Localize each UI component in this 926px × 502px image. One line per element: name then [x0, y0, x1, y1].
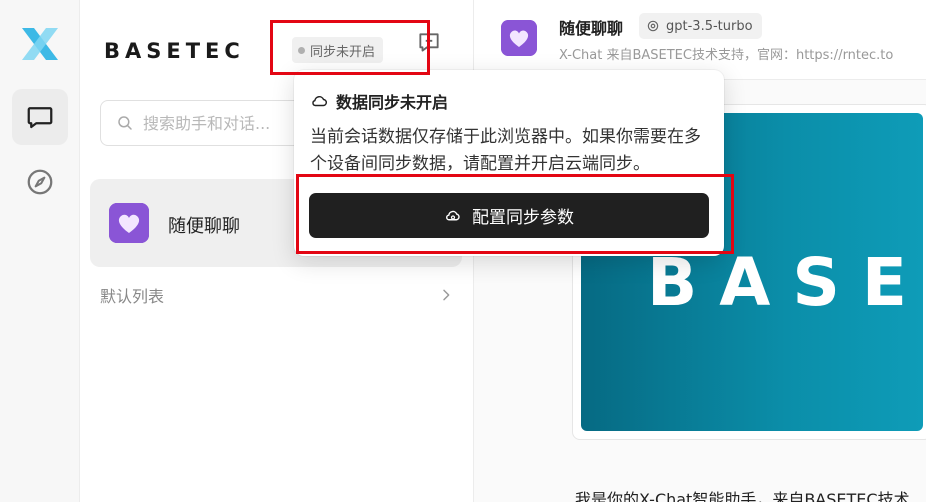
- brand-logo: BASETEC: [104, 39, 245, 62]
- chevron-right-icon: [443, 289, 450, 301]
- model-tag[interactable]: gpt-3.5-turbo: [639, 13, 762, 39]
- openai-icon: [647, 20, 659, 32]
- chat-description: X-Chat 来自BASETEC技术支持，官网：https://rntec.to: [559, 48, 894, 63]
- session-avatar: [109, 203, 149, 243]
- cloud-icon: [312, 96, 327, 107]
- configure-sync-button[interactable]: 配置同步参数: [309, 193, 709, 238]
- new-chat-button[interactable]: [414, 28, 444, 58]
- popover-title: 数据同步未开启: [336, 93, 449, 112]
- assistant-avatar: [501, 20, 537, 56]
- search-icon: [118, 116, 132, 130]
- heart-icon: [109, 203, 149, 243]
- cloud-sync-icon: [446, 210, 460, 220]
- sync-status-label: 同步未开启: [310, 44, 376, 60]
- svg-text:BASETEC: BASETEC: [647, 253, 923, 313]
- sync-status-dot: [298, 46, 305, 54]
- default-list-label: 默认列表: [100, 287, 165, 306]
- discover-nav-button[interactable]: [12, 154, 68, 210]
- chat-nav-button[interactable]: [12, 89, 68, 145]
- session-title: 随便聊聊: [168, 216, 240, 237]
- new-chat-icon: [419, 33, 439, 52]
- sync-popover: 数据同步未开启 当前会话数据仅存储于此浏览器中。如果你需要在多个设备间同步数据，…: [294, 70, 724, 256]
- icon-rail: [0, 0, 80, 502]
- chat-title: 随便聊聊: [559, 19, 624, 38]
- popover-header: 数据同步未开启: [310, 89, 448, 113]
- configure-sync-label: 配置同步参数: [472, 208, 574, 228]
- compass-icon: [27, 169, 53, 195]
- model-name: gpt-3.5-turbo: [666, 18, 753, 34]
- sync-status-badge[interactable]: 同步未开启: [292, 37, 384, 63]
- default-list-group[interactable]: 默认列表: [100, 280, 454, 310]
- banner-logo: BASETEC: [647, 253, 923, 313]
- chat-bubble-icon: [27, 107, 53, 129]
- assistant-intro-text: 我是你的X-Chat智能助手，来自BASETEC技术: [575, 490, 910, 502]
- chat-header: 随便聊聊 gpt-3.5-turbo X-Chat 来自BASETEC技术支持，…: [474, 0, 926, 80]
- app-window: BASETEC 同步未开启 随便聊聊: [0, 0, 926, 502]
- popover-body: 当前会话数据仅存储于此浏览器中。如果你需要在多个设备间同步数据，请配置并开启云端…: [310, 127, 701, 174]
- svg-text:BASETEC: BASETEC: [104, 39, 245, 62]
- heart-icon: [501, 20, 537, 56]
- app-logo-icon: [22, 28, 58, 60]
